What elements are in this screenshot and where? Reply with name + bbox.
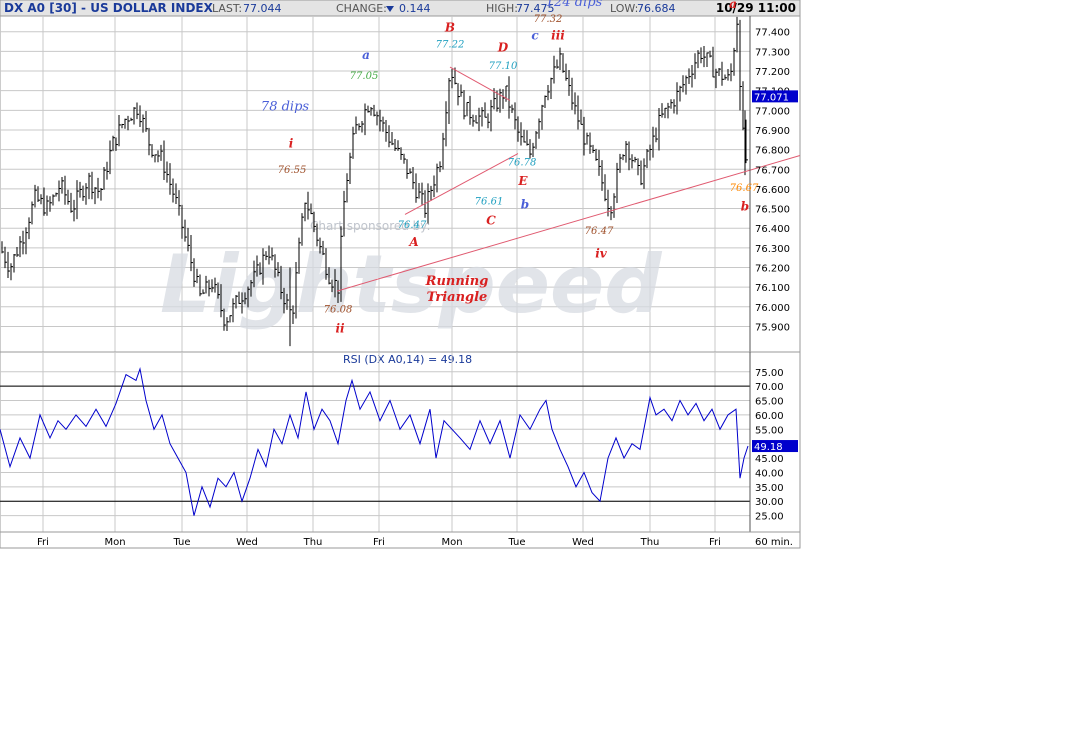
y-tick-label: 76.400 — [755, 224, 790, 235]
rsi-tick-label: 30.00 — [755, 497, 784, 508]
change-value: 0.144 — [399, 2, 431, 15]
y-tick-label: 77.300 — [755, 47, 790, 58]
rsi-current-label: 49.18 — [754, 442, 783, 453]
rsi-tick-label: 70.00 — [755, 382, 784, 393]
wave-label: Running — [425, 274, 489, 289]
x-tick-label: Mon — [441, 537, 462, 548]
wave-label: 76.08 — [324, 305, 353, 316]
y-tick-label: 76.200 — [755, 264, 790, 275]
watermark-logo: Lightspeed — [160, 238, 662, 331]
y-tick-label: 76.700 — [755, 165, 790, 176]
last-value: 77.044 — [243, 2, 282, 15]
x-tick-label: Wed — [572, 537, 594, 548]
wave-label: iv — [595, 247, 608, 261]
low-label: LOW: — [610, 2, 638, 15]
y-tick-label: 76.300 — [755, 244, 790, 255]
wave-label: b — [741, 200, 749, 214]
last-label: LAST: — [212, 2, 242, 15]
wave-label: 76.67 — [730, 183, 759, 194]
x-tick-label: Tue — [172, 537, 190, 548]
x-tick-label: Wed — [236, 537, 258, 548]
wave-label: i — [289, 137, 294, 151]
rsi-tick-label: 55.00 — [755, 425, 784, 436]
x-tick-label: Mon — [104, 537, 125, 548]
y-tick-label: 76.500 — [755, 205, 790, 216]
rsi-current-marker: 49.18 — [752, 440, 798, 453]
wave-label: 77.10 — [489, 61, 518, 72]
rsi-tick-label: 40.00 — [755, 468, 784, 479]
wave-label: 76.61 — [475, 197, 504, 208]
high-label: HIGH: — [486, 2, 518, 15]
change-label: CHANGE: — [336, 2, 387, 15]
y-tick-label: 75.900 — [755, 322, 790, 333]
wave-label: 76.47 — [398, 220, 427, 231]
wave-label: a — [729, 0, 737, 11]
current-price-label: 77.071 — [754, 92, 789, 103]
rsi-tick-label: 65.00 — [755, 397, 784, 408]
rsi-title: RSI (DX A0,14) = 49.18 — [343, 353, 472, 366]
wave-label: 76.47 — [585, 226, 614, 237]
wave-label: Triangle — [427, 290, 488, 305]
datetime: 10/29 11:00 — [716, 1, 796, 15]
wave-label: 77.46 — [725, 0, 754, 1]
wave-label: iii — [551, 29, 565, 43]
current-price-marker: 77.071 — [752, 90, 798, 103]
wave-label: ii — [335, 321, 345, 335]
rsi-tick-label: 35.00 — [755, 483, 784, 494]
rsi-panel — [0, 351, 801, 533]
wave-label: 77.05 — [350, 71, 379, 82]
y-tick-label: 76.600 — [755, 185, 790, 196]
y-tick-label: 77.000 — [755, 106, 790, 117]
rsi-tick-label: 45.00 — [755, 454, 784, 465]
wave-label: a — [362, 48, 370, 62]
rsi-tick-label: 25.00 — [755, 512, 784, 523]
y-tick-label: 77.400 — [755, 28, 790, 39]
wave-label: B — [444, 21, 455, 35]
rsi-tick-label: 60.00 — [755, 411, 784, 422]
wave-label: 124 dips — [546, 0, 603, 10]
y-tick-label: 76.800 — [755, 146, 790, 157]
low-value: 76.684 — [637, 2, 676, 15]
y-tick-label: 76.000 — [755, 303, 790, 314]
rsi-tick-label: 75.00 — [755, 368, 784, 379]
wave-label: A — [408, 235, 418, 249]
wave-label: c — [531, 29, 539, 43]
wave-label: 77.32 — [534, 14, 563, 25]
x-tick-label: Tue — [507, 537, 525, 548]
wave-label: 76.78 — [508, 157, 537, 168]
x-tick-label: Fri — [37, 537, 49, 548]
wave-label: C — [486, 213, 496, 227]
y-tick-label: 77.200 — [755, 67, 790, 78]
chart: DX A0 [30] - US DOLLAR INDEX LAST: 77.04… — [0, 0, 801, 549]
x-tick-label: Fri — [373, 537, 385, 548]
wave-label: 76.55 — [278, 165, 307, 176]
y-tick-label: 76.100 — [755, 283, 790, 294]
wave-label: 78 dips — [261, 99, 309, 114]
wave-label: D — [497, 40, 509, 54]
y-tick-label: 76.900 — [755, 126, 790, 137]
x-tick-label: Fri — [709, 537, 721, 548]
symbol-title: DX A0 [30] - US DOLLAR INDEX — [4, 1, 214, 15]
wave-label: b — [521, 198, 529, 212]
x-tick-label: Thu — [640, 537, 660, 548]
x-tick-label: Thu — [303, 537, 323, 548]
interval-label: 60 min. — [755, 537, 793, 548]
wave-label: E — [517, 174, 528, 188]
chart-header: DX A0 [30] - US DOLLAR INDEX LAST: 77.04… — [0, 0, 801, 17]
wave-label: 77.22 — [436, 39, 465, 50]
